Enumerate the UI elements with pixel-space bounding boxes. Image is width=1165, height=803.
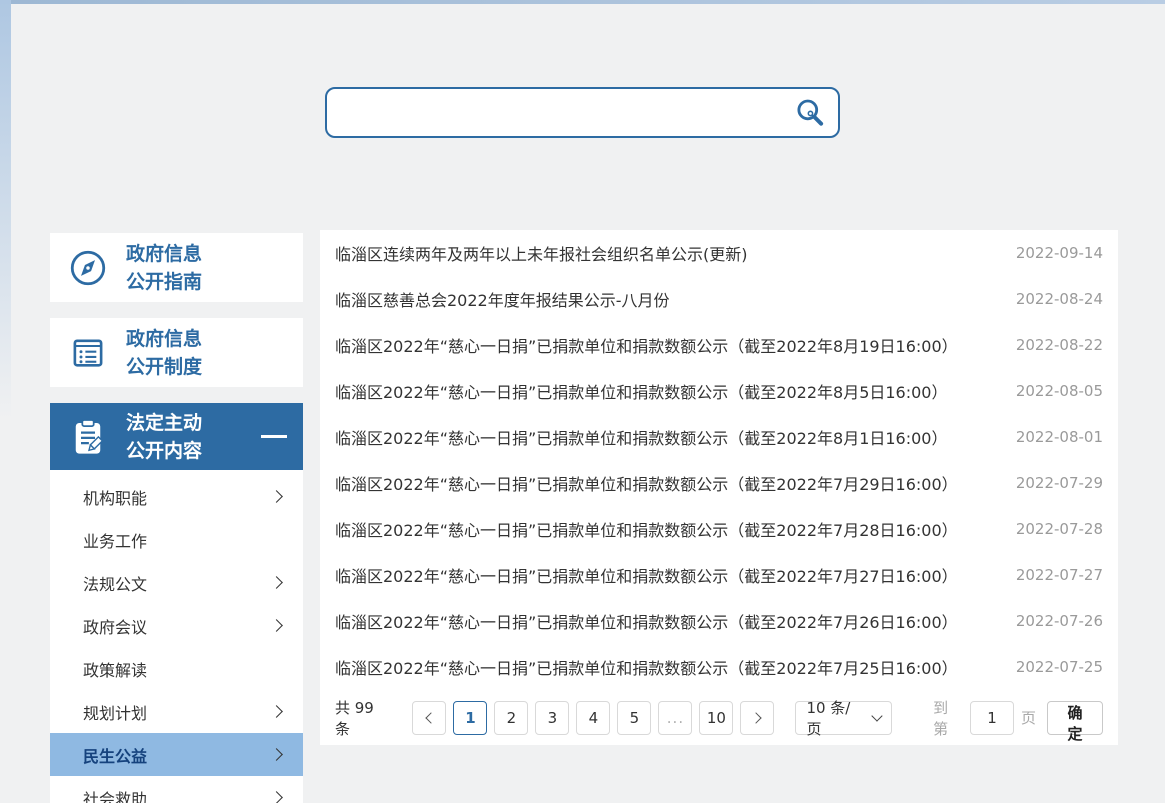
chevron-right-icon xyxy=(270,576,283,589)
announcement-date: 2022-08-05 xyxy=(1016,382,1103,400)
search-box xyxy=(325,87,840,138)
submenu-label: 机构职能 xyxy=(83,485,147,509)
submenu-label: 政策解读 xyxy=(83,657,147,681)
announcement-date: 2022-07-28 xyxy=(1016,520,1103,538)
goto-page-input[interactable] xyxy=(970,701,1014,735)
goto-page-suffix-label: 页 xyxy=(1021,707,1036,728)
prev-page-button[interactable] xyxy=(412,701,446,735)
chevron-down-icon xyxy=(871,710,882,721)
page-size-select[interactable]: 10 条/页 xyxy=(795,701,892,735)
search-button[interactable] xyxy=(790,93,830,133)
announcement-row[interactable]: 临淄区2022年“慈心一日捐”已捐款单位和捐款数额公示（截至2022年7月27日… xyxy=(320,552,1118,598)
sidebar-card-guide[interactable]: 政府信息 公开指南 xyxy=(50,233,303,302)
announcement-row[interactable]: 临淄区连续两年及两年以上未年报社会组织名单公示(更新) 2022-09-14 xyxy=(320,230,1118,276)
submenu-label: 民生公益 xyxy=(83,743,147,767)
confirm-button[interactable]: 确定 xyxy=(1047,701,1103,735)
announcement-row[interactable]: 临淄区2022年“慈心一日捐”已捐款单位和捐款数额公示（截至2022年7月28日… xyxy=(320,506,1118,552)
ledger-icon xyxy=(50,332,126,374)
announcement-row[interactable]: 临淄区2022年“慈心一日捐”已捐款单位和捐款数额公示（截至2022年7月25日… xyxy=(320,644,1118,690)
page-button-1[interactable]: 1 xyxy=(453,701,487,735)
chevron-left-icon xyxy=(425,712,436,723)
announcement-title[interactable]: 临淄区2022年“慈心一日捐”已捐款单位和捐款数额公示（截至2022年7月25日… xyxy=(335,655,996,679)
submenu-item-zhengcejiedu[interactable]: 政策解读 xyxy=(50,647,303,690)
announcement-date: 2022-07-29 xyxy=(1016,474,1103,492)
top-border-strip xyxy=(0,0,1165,4)
page-button-4[interactable]: 4 xyxy=(576,701,610,735)
submenu-label: 政府会议 xyxy=(83,614,147,638)
pagination-total: 共 99 条 xyxy=(335,697,393,739)
page-ellipsis-button[interactable]: ... xyxy=(658,701,692,735)
announcement-title[interactable]: 临淄区连续两年及两年以上未年报社会组织名单公示(更新) xyxy=(335,241,996,265)
announcement-title[interactable]: 临淄区2022年“慈心一日捐”已捐款单位和捐款数额公示（截至2022年7月29日… xyxy=(335,471,996,495)
announcement-date: 2022-09-14 xyxy=(1016,244,1103,262)
submenu-label: 业务工作 xyxy=(83,528,147,552)
chevron-right-icon xyxy=(270,791,283,803)
announcement-date: 2022-07-25 xyxy=(1016,658,1103,676)
announcement-date: 2022-07-26 xyxy=(1016,612,1103,630)
sidebar-card-label: 政府信息 公开制度 xyxy=(126,325,202,381)
submenu-item-jigouzhineng[interactable]: 机构职能 xyxy=(50,475,303,518)
clipboard-pencil-icon xyxy=(50,416,126,458)
compass-icon xyxy=(50,247,126,289)
chevron-right-icon xyxy=(270,705,283,718)
page-button-10[interactable]: 10 xyxy=(699,701,733,735)
chevron-right-icon xyxy=(750,712,761,723)
sidebar-card-statutory-disclosure[interactable]: 法定主动 公开内容 xyxy=(50,403,303,470)
announcement-list: 临淄区连续两年及两年以上未年报社会组织名单公示(更新) 2022-09-14 临… xyxy=(320,230,1118,690)
search-icon xyxy=(794,97,826,129)
announcement-row[interactable]: 临淄区2022年“慈心一日捐”已捐款单位和捐款数额公示（截至2022年8月5日1… xyxy=(320,368,1118,414)
page: 政府信息 公开指南 政府信息 公开制度 xyxy=(0,0,1165,803)
submenu-item-minshenggongyi[interactable]: 民生公益 xyxy=(50,733,303,776)
collapse-minus-icon[interactable] xyxy=(261,435,287,438)
submenu-item-shehuijiuzhu[interactable]: 社会救助 xyxy=(50,776,303,803)
chevron-right-icon xyxy=(270,748,283,761)
announcement-date: 2022-07-27 xyxy=(1016,566,1103,584)
submenu-item-zhengfuhuiyi[interactable]: 政府会议 xyxy=(50,604,303,647)
submenu-item-guihuajihua[interactable]: 规划计划 xyxy=(50,690,303,733)
next-page-button[interactable] xyxy=(740,701,774,735)
announcement-title[interactable]: 临淄区2022年“慈心一日捐”已捐款单位和捐款数额公示（截至2022年7月28日… xyxy=(335,517,996,541)
page-button-2[interactable]: 2 xyxy=(494,701,528,735)
sidebar-submenu: 机构职能 业务工作 法规公文 政府会议 政策解读 规划计划 民生公益 社会救助 xyxy=(50,470,303,803)
submenu-label: 规划计划 xyxy=(83,700,147,724)
announcement-title[interactable]: 临淄区2022年“慈心一日捐”已捐款单位和捐款数额公示（截至2022年8月19日… xyxy=(335,333,996,357)
announcement-title[interactable]: 临淄区2022年“慈心一日捐”已捐款单位和捐款数额公示（截至2022年7月27日… xyxy=(335,563,996,587)
page-button-5[interactable]: 5 xyxy=(617,701,651,735)
announcement-row[interactable]: 临淄区2022年“慈心一日捐”已捐款单位和捐款数额公示（截至2022年7月26日… xyxy=(320,598,1118,644)
sidebar-card-label: 政府信息 公开指南 xyxy=(126,240,202,296)
announcement-title[interactable]: 临淄区慈善总会2022年度年报结果公示-八月份 xyxy=(335,287,996,311)
announcement-row[interactable]: 临淄区慈善总会2022年度年报结果公示-八月份 2022-08-24 xyxy=(320,276,1118,322)
announcement-date: 2022-08-01 xyxy=(1016,428,1103,446)
chevron-right-icon xyxy=(270,619,283,632)
chevron-right-icon xyxy=(270,490,283,503)
submenu-label: 社会救助 xyxy=(83,786,147,803)
announcement-panel: 临淄区连续两年及两年以上未年报社会组织名单公示(更新) 2022-09-14 临… xyxy=(320,230,1118,745)
submenu-item-faguigongwen[interactable]: 法规公文 xyxy=(50,561,303,604)
announcement-date: 2022-08-22 xyxy=(1016,336,1103,354)
goto-page-prefix-label: 到第 xyxy=(933,697,963,739)
announcement-row[interactable]: 临淄区2022年“慈心一日捐”已捐款单位和捐款数额公示（截至2022年8月1日1… xyxy=(320,414,1118,460)
submenu-item-yewugongzuo[interactable]: 业务工作 xyxy=(50,518,303,561)
announcement-row[interactable]: 临淄区2022年“慈心一日捐”已捐款单位和捐款数额公示（截至2022年7月29日… xyxy=(320,460,1118,506)
announcement-title[interactable]: 临淄区2022年“慈心一日捐”已捐款单位和捐款数额公示（截至2022年8月5日1… xyxy=(335,379,996,403)
pagination-bar: 共 99 条 1 2 3 4 5 ... 10 10 条/页 到第 页 确定 xyxy=(320,690,1118,745)
submenu-label: 法规公文 xyxy=(83,571,147,595)
sidebar-card-label: 法定主动 公开内容 xyxy=(126,409,202,465)
announcement-date: 2022-08-24 xyxy=(1016,290,1103,308)
left-border-strip xyxy=(0,0,11,420)
sidebar-card-system[interactable]: 政府信息 公开制度 xyxy=(50,318,303,387)
search-input[interactable] xyxy=(343,89,790,136)
page-size-value: 10 条/页 xyxy=(806,697,865,739)
announcement-row[interactable]: 临淄区2022年“慈心一日捐”已捐款单位和捐款数额公示（截至2022年8月19日… xyxy=(320,322,1118,368)
announcement-title[interactable]: 临淄区2022年“慈心一日捐”已捐款单位和捐款数额公示（截至2022年7月26日… xyxy=(335,609,996,633)
announcement-title[interactable]: 临淄区2022年“慈心一日捐”已捐款单位和捐款数额公示（截至2022年8月1日1… xyxy=(335,425,996,449)
page-button-3[interactable]: 3 xyxy=(535,701,569,735)
